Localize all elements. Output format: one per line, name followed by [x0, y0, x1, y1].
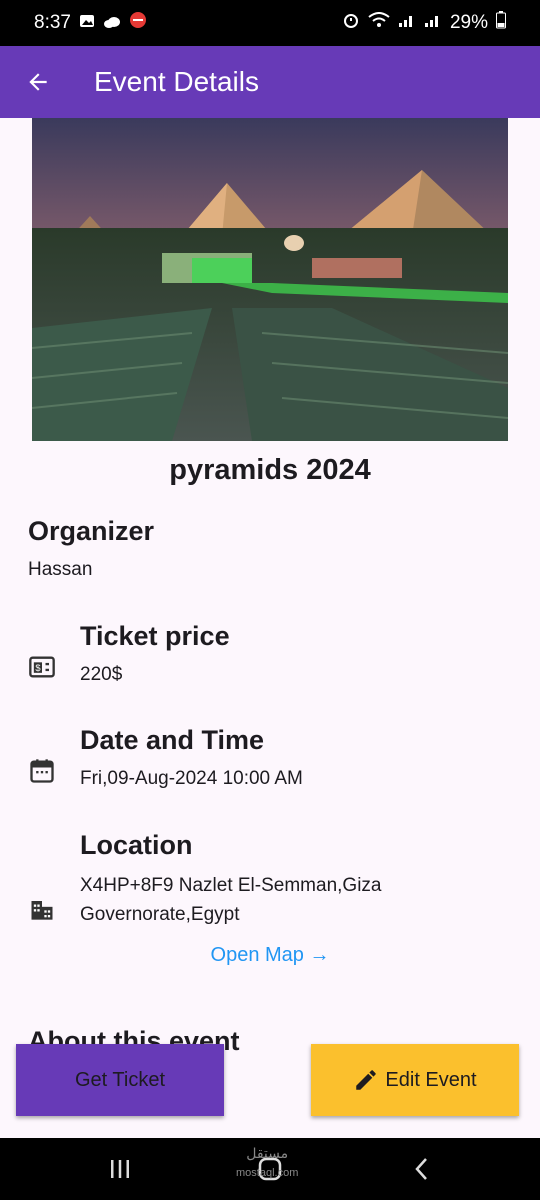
get-ticket-button[interactable]: Get Ticket [16, 1044, 224, 1116]
chevron-left-icon [415, 1158, 427, 1180]
app-notification-icon [129, 11, 147, 35]
page-title: Event Details [94, 66, 259, 97]
edit-event-label: Edit Event [385, 1068, 477, 1091]
svg-text:$: $ [35, 663, 41, 673]
battery-icon [496, 11, 506, 35]
edit-pencil-icon [356, 1070, 377, 1090]
organizer-section: Organizer Hassan [28, 516, 154, 581]
mostaql-watermark: مستقل mostaql.com [236, 1146, 298, 1180]
date-time-value: Fri,09-Aug-2024 10:00 AM [80, 768, 303, 789]
cloud-icon [103, 12, 121, 34]
wifi-icon [368, 12, 390, 34]
status-time: 8:37 [34, 12, 71, 33]
gallery-icon [79, 12, 95, 34]
location-value: X4HP+8F9 Nazlet El-Semman,Giza Governora… [80, 875, 382, 925]
status-bar: 8:37 29% [0, 0, 540, 46]
watermark-latin: mostaql.com [236, 1167, 299, 1179]
system-navigation-bar: مستقل mostaql.com [0, 1138, 540, 1200]
event-title: pyramids 2024 [169, 454, 371, 486]
location-heading: Location [80, 830, 193, 860]
get-ticket-label: Get Ticket [74, 1068, 166, 1091]
signal-icon-2 [424, 12, 442, 34]
recent-apps-icon [111, 1160, 129, 1178]
open-map-link[interactable]: Open Map → [0, 944, 540, 967]
battery-level: 29% [449, 12, 488, 33]
arrow-back-icon [29, 73, 47, 91]
edit-event-button[interactable]: Edit Event [311, 1044, 519, 1116]
money-icon: $ [29, 656, 55, 678]
alarm-icon [342, 11, 360, 35]
watermark-arabic: مستقل [246, 1145, 289, 1161]
ticket-price-value: 220$ [80, 664, 123, 685]
ticket-price-heading: Ticket price [80, 621, 230, 651]
signal-icon [398, 12, 416, 34]
date-time-heading: Date and Time [80, 725, 265, 755]
recent-apps-button[interactable] [90, 1150, 150, 1188]
event-details-content[interactable]: pyramids 2024 Organizer Hassan $ Ticket … [0, 118, 540, 1138]
back-button[interactable] [18, 62, 58, 102]
back-nav-button[interactable] [392, 1150, 452, 1188]
calendar-icon [30, 759, 54, 783]
organizer-name: Hassan [28, 559, 93, 580]
city-building-icon [31, 901, 53, 920]
event-image [32, 118, 508, 441]
organizer-heading: Organizer [28, 516, 155, 546]
app-bar: Event Details [0, 46, 540, 118]
